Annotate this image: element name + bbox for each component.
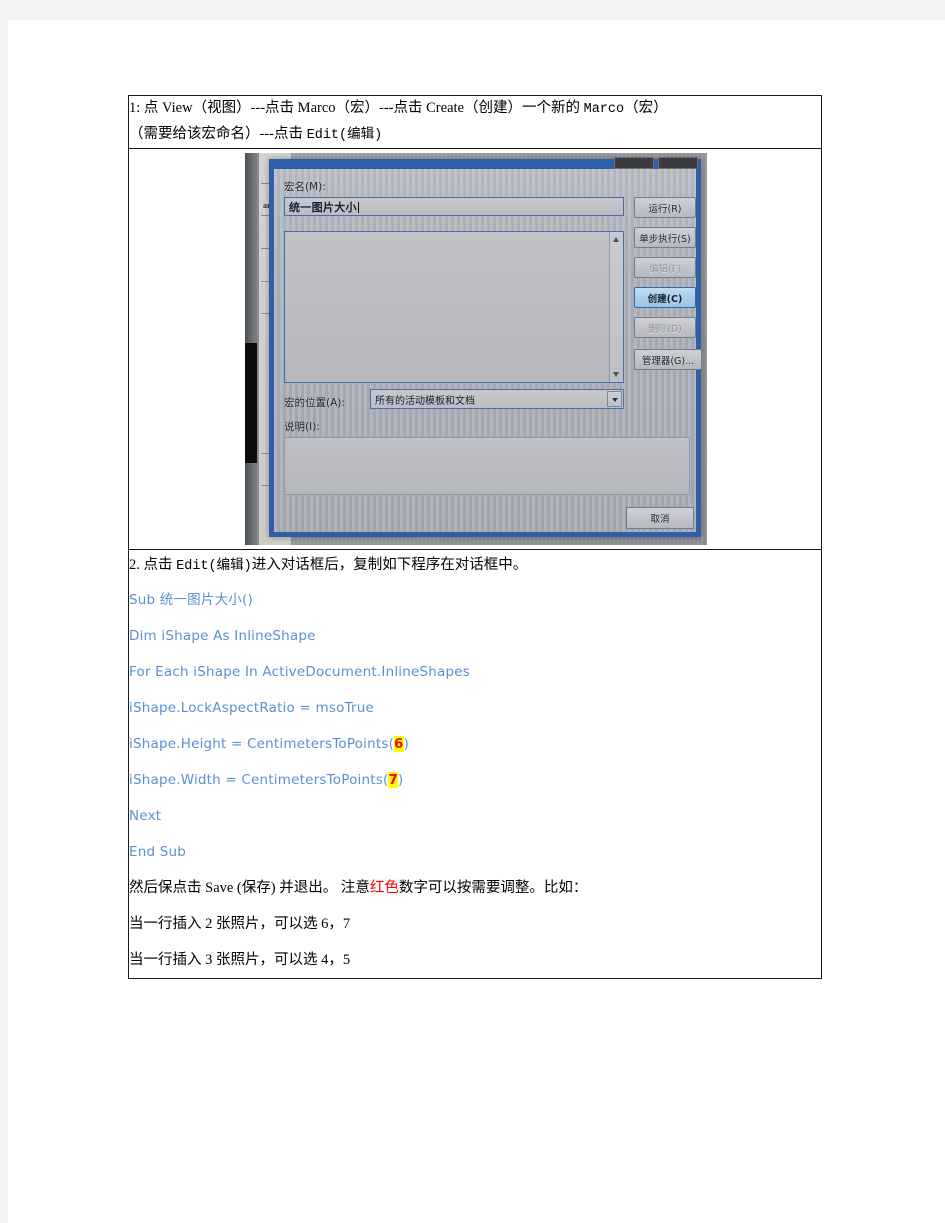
text-caret [357,202,359,213]
macro-list-scrollbar[interactable] [609,232,623,382]
step1-line2-part-b: Edit [306,128,340,143]
macro-name-label: 宏名(M): [284,181,326,193]
step1-line1-part-b: Marco [583,102,625,117]
macro-name-value: 统一图片大小 [289,201,357,214]
code-line-5-value: 6 [394,736,404,752]
macro-location-label: 宏的位置(A): [284,397,345,409]
photo-cell: ar 宏名(M): 统一图片大小 运行(R) 单步执行(S) 编辑(F) 创建(… [128,148,822,550]
macro-name-input[interactable]: 统一图片大小 [284,197,624,216]
step2-intro: 2. 点击 Edit(编辑)进入对话框后，复制如下程序在对话框中。 [129,550,821,582]
code-line-6-post: ) [398,772,404,788]
macros-dialog-window: 宏名(M): 统一图片大小 运行(R) 单步执行(S) 编辑(F) 创建(C) … [269,157,702,537]
code-line-5-post: ) [403,736,410,752]
code-line-6-value: 7 [388,772,399,788]
step2-note: 然后保点击 Save (保存) 并退出。 注意红色数字可以按需要调整。比如： [129,870,821,906]
description-textarea[interactable] [284,437,690,495]
step2-intro-part-a: 2. 点击 [129,557,177,573]
code-line-1: Sub 统一图片大小() [129,592,253,608]
step-into-button[interactable]: 单步执行(S) [634,227,696,248]
edit-button[interactable]: 编辑(F) [634,257,696,278]
step1-line1-part-c: （宏） [624,100,668,116]
table-row-step1: 1: 点 View（视图）---点击 Marco（宏）---点击 Create（… [128,95,822,149]
run-button[interactable]: 运行(R) [634,197,696,218]
chevron-down-icon[interactable] [607,391,622,407]
step1-cell: 1: 点 View（视图）---点击 Marco（宏）---点击 Create（… [128,95,822,149]
organizer-button[interactable]: 管理器(G)... [634,349,702,370]
code-line-5: iShape.Height = CentimetersToPoints(6) [129,726,821,762]
macro-location-value: 所有的活动模板和文档 [375,396,475,407]
scroll-down-icon[interactable] [613,372,619,377]
minimize-icon[interactable] [614,157,654,169]
code-line-6-pre: iShape.Width = CentimetersToPoints( [129,772,389,788]
code-line-8: End Sub [129,844,187,860]
macros-dialog-photo: ar 宏名(M): 统一图片大小 运行(R) 单步执行(S) 编辑(F) 创建(… [245,153,707,545]
step1-line2: （需要给该宏命名）---点击 Edit(编辑) [129,122,821,148]
step2-example-1: 当一行插入 2 张照片，可以选 6，7 [129,916,351,932]
step2-intro-part-b: Edit(编辑) [176,559,252,574]
code-line-6: iShape.Width = CentimetersToPoints(7) [129,762,821,798]
step1-line2-part-c: (编辑) [339,128,383,143]
code-line-5-pre: iShape.Height = CentimetersToPoints( [129,736,395,752]
step1-line2-part-a: （需要给该宏命名）---点击 [129,126,307,142]
delete-button[interactable]: 删除(D) [634,317,696,338]
code-line-2: Dim iShape As InlineShape [129,628,316,644]
cancel-button[interactable]: 取消 [626,507,694,529]
step2-intro-part-c: 进入对话框后，复制如下程序在对话框中。 [251,557,528,573]
scroll-up-icon[interactable] [613,237,619,242]
step1-line1-part-a: 1: 点 View（视图）---点击 Marco（宏）---点击 Create（… [129,100,584,116]
step2-note-red: 红色 [369,880,399,896]
macro-location-select[interactable]: 所有的活动模板和文档 [370,389,624,409]
table-row-photo: ar 宏名(M): 统一图片大小 运行(R) 单步执行(S) 编辑(F) 创建(… [128,148,822,550]
close-icon[interactable] [658,157,698,169]
step2-example-2: 当一行插入 3 张照片，可以选 4，5 [129,952,351,968]
table-row-step2: 2. 点击 Edit(编辑)进入对话框后，复制如下程序在对话框中。 Sub 统一… [128,549,822,979]
window-controls[interactable] [614,157,698,169]
step2-cell: 2. 点击 Edit(编辑)进入对话框后，复制如下程序在对话框中。 Sub 统一… [128,549,822,979]
instruction-table: 1: 点 View（视图）---点击 Marco（宏）---点击 Create（… [128,95,822,979]
document-page: 1: 点 View（视图）---点击 Marco（宏）---点击 Create（… [8,20,945,1223]
macro-list[interactable] [284,231,624,383]
create-button[interactable]: 创建(C) [634,287,696,308]
step2-note-part-a: 然后保点击 Save (保存) 并退出。 注意 [129,880,370,896]
step1-line1: 1: 点 View（视图）---点击 Marco（宏）---点击 Create（… [129,96,821,122]
photo-dark-patch [245,343,257,463]
code-line-3: For Each iShape In ActiveDocument.Inline… [129,664,470,680]
code-line-4: iShape.LockAspectRatio = msoTrue [129,700,375,716]
description-label: 说明(I): [284,421,320,433]
step2-note-part-b: 数字可以按需要调整。比如： [398,880,588,896]
code-line-7: Next [129,808,162,824]
